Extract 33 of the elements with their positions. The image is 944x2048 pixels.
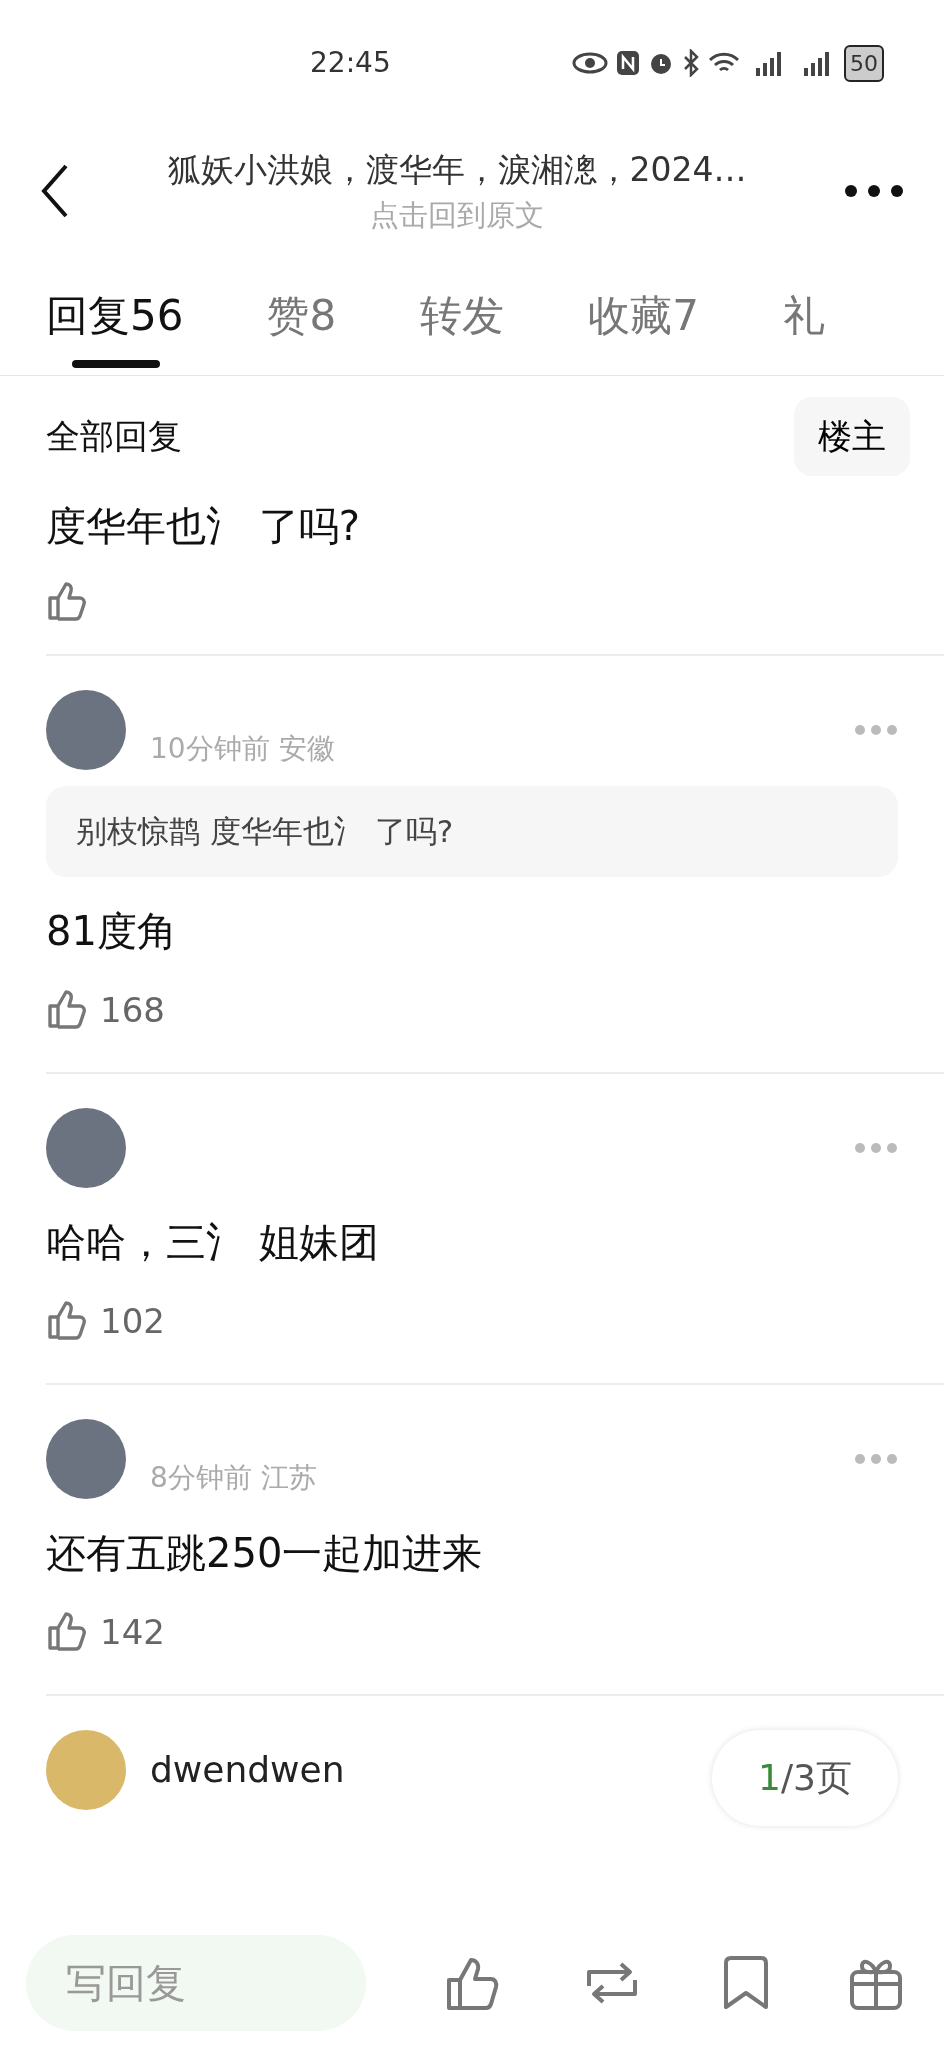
quoted-reply: 别枝惊鹊 度华年也氵 了吗? xyxy=(46,786,898,877)
like-count: 142 xyxy=(100,1610,165,1654)
post-title[interactable]: 狐妖小洪娘，渡华年，淚湘漗，2024… xyxy=(167,144,747,194)
section-label: 全部回复 xyxy=(46,414,182,458)
like-icon[interactable] xyxy=(46,1299,88,1343)
battery-indicator: 50 xyxy=(844,44,884,82)
tab[interactable]: 礼 xyxy=(782,256,825,375)
tab[interactable]: 转发 xyxy=(420,256,505,375)
status-time: 22:45 xyxy=(310,45,391,81)
comment-meta: 8分钟前 江苏 xyxy=(150,1459,317,1496)
like-icon[interactable] xyxy=(46,1610,88,1654)
comment-text: 81度角 xyxy=(46,906,178,956)
comment-text: 哈哈，三氵 姐妹团 xyxy=(46,1217,380,1267)
comment-text: 度华年也氵 了吗? xyxy=(46,502,361,551)
like-count: 102 xyxy=(100,1299,165,1343)
comment-text: 还有五跳250一起加进来 xyxy=(46,1528,484,1578)
tab[interactable]: 收藏7 xyxy=(588,256,699,375)
nfc-icon xyxy=(616,50,640,76)
reply-input[interactable]: 写回复 xyxy=(26,1935,366,2031)
back-icon[interactable] xyxy=(40,163,70,219)
more-icon[interactable] xyxy=(844,184,904,198)
author-filter-button[interactable]: 楼主 xyxy=(794,396,910,476)
eye-icon xyxy=(572,51,608,75)
bluetooth-icon xyxy=(682,49,700,77)
tab[interactable]: 回复56 xyxy=(46,256,184,375)
bookmark-icon[interactable] xyxy=(721,1955,770,2011)
tab[interactable]: 赞8 xyxy=(267,256,337,375)
like-icon[interactable] xyxy=(46,580,88,624)
comment-meta: 10分钟前 安徽 xyxy=(150,731,335,767)
page-indicator[interactable]: 1/3页 xyxy=(712,1730,898,1826)
like-count: 168 xyxy=(100,988,165,1032)
like-icon[interactable] xyxy=(46,988,88,1032)
username[interactable]: dwendwen xyxy=(150,1742,345,1797)
